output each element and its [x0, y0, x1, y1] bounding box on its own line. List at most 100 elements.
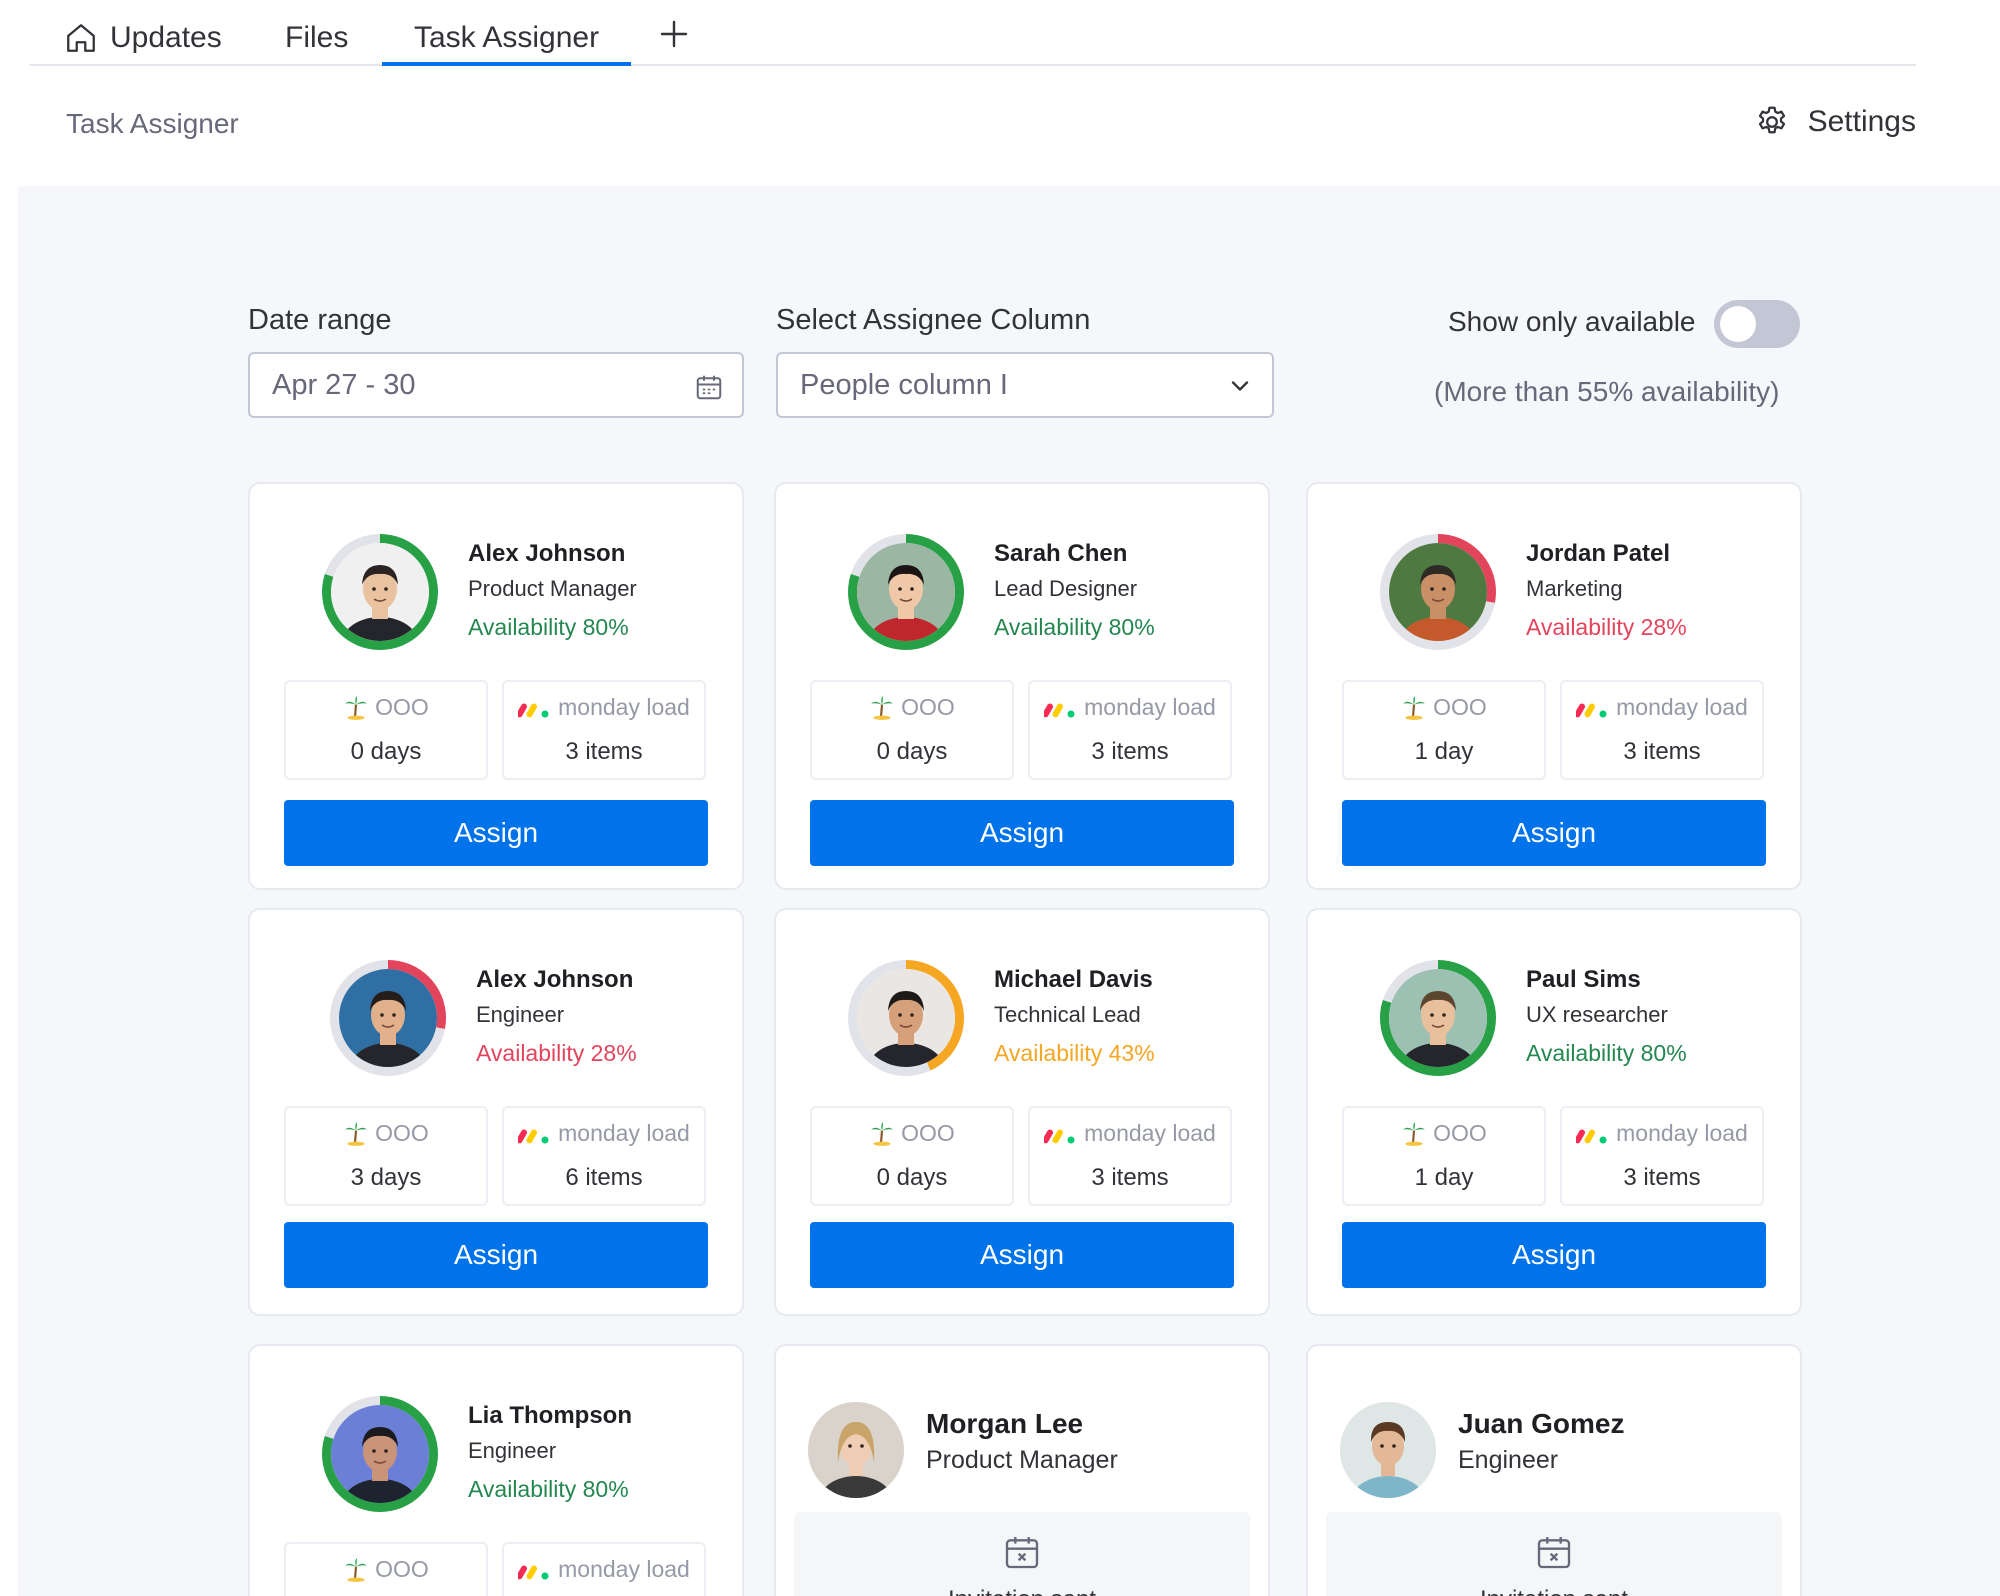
load-value: 3 items	[1623, 738, 1701, 765]
avatar	[808, 1402, 904, 1498]
ooo-stat: OOO 3 days	[284, 1106, 488, 1206]
calendar-icon	[696, 375, 722, 400]
ooo-stat: OOO 0 days	[810, 1106, 1014, 1206]
home-icon	[67, 24, 95, 52]
calendar-x-icon	[1537, 1537, 1571, 1569]
load-label: monday load	[1084, 1120, 1216, 1146]
ooo-stat: OOO 0 days	[284, 680, 488, 780]
chevron-down-icon	[1231, 381, 1249, 391]
person-card: Paul Sims UX researcher Availability 80% OO…	[1306, 908, 1802, 1316]
monday-logo-icon	[1044, 1129, 1075, 1143]
ooo-label: OOO	[375, 1120, 429, 1146]
person-card: Lia Thompson Engineer Availability 80% OOO m…	[248, 1344, 744, 1596]
avatar	[1389, 969, 1487, 1067]
assign-button[interactable]: Assign	[810, 1222, 1234, 1288]
show-available-toggle[interactable]	[1714, 300, 1800, 348]
assignee-column-value: People column I	[800, 368, 1008, 401]
palm-tree-icon	[1403, 695, 1425, 720]
monday-logo-icon	[1044, 703, 1075, 717]
invitation-status: Invitation sent	[794, 1512, 1250, 1596]
assign-button[interactable]: Assign	[1342, 1222, 1766, 1288]
availability-ring	[322, 534, 438, 650]
person-role: Engineer	[476, 1002, 565, 1027]
load-stat: monday load 3 items	[1560, 680, 1764, 780]
monday-logo-icon	[1576, 703, 1607, 717]
availability-text: Availability 43%	[994, 1040, 1155, 1066]
load-stat: monday load 6 items	[502, 1106, 706, 1206]
load-label: monday load	[558, 694, 690, 720]
invited-card: Juan Gomez Engineer Invitation sent	[1306, 1344, 1802, 1596]
assign-button[interactable]: Assign	[284, 1222, 708, 1288]
tab-bar: Updates Files Task Assigner	[30, 0, 1916, 66]
load-stat: monday load 3 items	[1028, 680, 1232, 780]
ooo-value: 0 days	[876, 738, 948, 765]
availability-ring	[848, 534, 964, 650]
ooo-value: 3 days	[350, 1164, 422, 1191]
monday-logo-icon	[518, 703, 549, 717]
availability-text: Availability 80%	[994, 614, 1155, 640]
person-card: Michael Davis Technical Lead Availability …	[774, 908, 1270, 1316]
availability-ring	[1380, 960, 1496, 1076]
availability-ring	[322, 1396, 438, 1512]
person-name: Sarah Chen	[994, 540, 1128, 567]
person-name: Morgan Lee	[926, 1408, 1084, 1439]
person-role: Engineer	[468, 1438, 557, 1463]
avatar	[331, 1405, 429, 1503]
date-range-label: Date range	[248, 304, 392, 336]
assign-button[interactable]: Assign	[1342, 800, 1766, 866]
assign-button[interactable]: Assign	[810, 800, 1234, 866]
tab-files[interactable]: Files	[285, 12, 348, 64]
person-name: Alex Johnson	[468, 540, 626, 567]
load-stat: monday load	[502, 1542, 706, 1596]
palm-tree-icon	[871, 695, 893, 720]
invitation-text: Invitation sent	[794, 1586, 1250, 1596]
availability-text: Availability 80%	[468, 614, 629, 640]
plus-icon	[660, 20, 688, 48]
person-card: Alex Johnson Engineer Availability 28% OOO 3…	[248, 908, 744, 1316]
person-role: Marketing	[1526, 576, 1623, 601]
load-value: 3 items	[565, 738, 643, 765]
ooo-value: 1 day	[1414, 1164, 1474, 1191]
person-card: Sarah Chen Lead Designer Availability 80% O…	[774, 482, 1270, 890]
ooo-label: OOO	[901, 694, 955, 720]
tab-task-assigner[interactable]: Task Assigner	[381, 12, 632, 66]
avatar	[1389, 543, 1487, 641]
person-card: Jordan Patel Marketing Availability 28% OOO…	[1306, 482, 1802, 890]
ooo-stat: OOO 0 days	[810, 680, 1014, 780]
person-role: Lead Designer	[994, 576, 1138, 601]
ooo-label: OOO	[1433, 694, 1487, 720]
availability-text: Availability 28%	[1526, 614, 1687, 640]
assign-button[interactable]: Assign	[284, 800, 708, 866]
ooo-label: OOO	[1433, 1120, 1487, 1146]
load-label: monday load	[1616, 1120, 1748, 1146]
load-value: 3 items	[1091, 1164, 1169, 1191]
ooo-value: 0 days	[350, 738, 422, 765]
add-tab-button[interactable]	[652, 12, 696, 56]
avatar	[857, 969, 955, 1067]
tab-updates[interactable]: Updates	[64, 12, 222, 64]
show-available-label: Show only available	[1448, 306, 1696, 337]
ooo-label: OOO	[901, 1120, 955, 1146]
person-role: Product Manager	[926, 1446, 1118, 1474]
person-name: Michael Davis	[994, 966, 1153, 993]
person-role: Product Manager	[468, 576, 637, 601]
assignee-column-select[interactable]: People column I	[776, 352, 1274, 418]
monday-logo-icon	[518, 1129, 549, 1143]
gear-icon	[1758, 106, 1785, 134]
person-name: Paul Sims	[1526, 966, 1641, 993]
date-range-input[interactable]: Apr 27 - 30	[248, 352, 744, 418]
calendar-x-icon	[1005, 1537, 1039, 1569]
ooo-label: OOO	[375, 694, 429, 720]
settings-label: Settings	[1807, 105, 1916, 138]
palm-tree-icon	[345, 1121, 367, 1146]
monday-logo-icon	[1576, 1129, 1607, 1143]
availability-text: Availability 80%	[468, 1476, 629, 1502]
ooo-stat: OOO 1 day	[1342, 680, 1546, 780]
person-role: UX researcher	[1526, 1002, 1668, 1027]
person-name: Alex Johnson	[476, 966, 634, 993]
person-name: Lia Thompson	[468, 1402, 632, 1429]
palm-tree-icon	[345, 1557, 367, 1582]
load-stat: monday load 3 items	[1560, 1106, 1764, 1206]
settings-button[interactable]: Settings	[1754, 104, 1916, 140]
ooo-label: OOO	[375, 1556, 429, 1582]
